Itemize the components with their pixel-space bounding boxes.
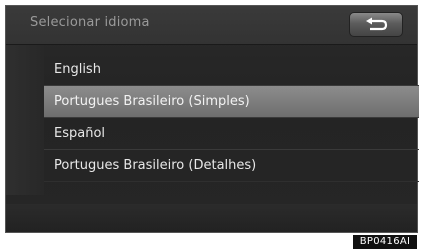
language-list: English Portugues Brasileiro (Simples) E…	[44, 54, 419, 182]
bottom-bar	[6, 204, 417, 232]
header-bar: Selecionar idioma	[6, 6, 417, 45]
back-button[interactable]	[349, 12, 403, 37]
return-arrow-icon	[366, 17, 388, 31]
language-item-espanol[interactable]: Español	[44, 118, 419, 150]
language-item-portugues-detalhes[interactable]: Portugues Brasileiro (Detalhes)	[44, 150, 419, 182]
page-title: Selecionar idioma	[30, 15, 150, 30]
side-strip	[6, 45, 44, 195]
figure-code-label: BP0416AI	[353, 235, 417, 249]
language-item-portugues-simples[interactable]: Portugues Brasileiro (Simples)	[44, 86, 419, 118]
language-item-english[interactable]: English	[44, 54, 419, 86]
language-select-screen: Selecionar idioma English Portugues Bras…	[5, 5, 419, 233]
